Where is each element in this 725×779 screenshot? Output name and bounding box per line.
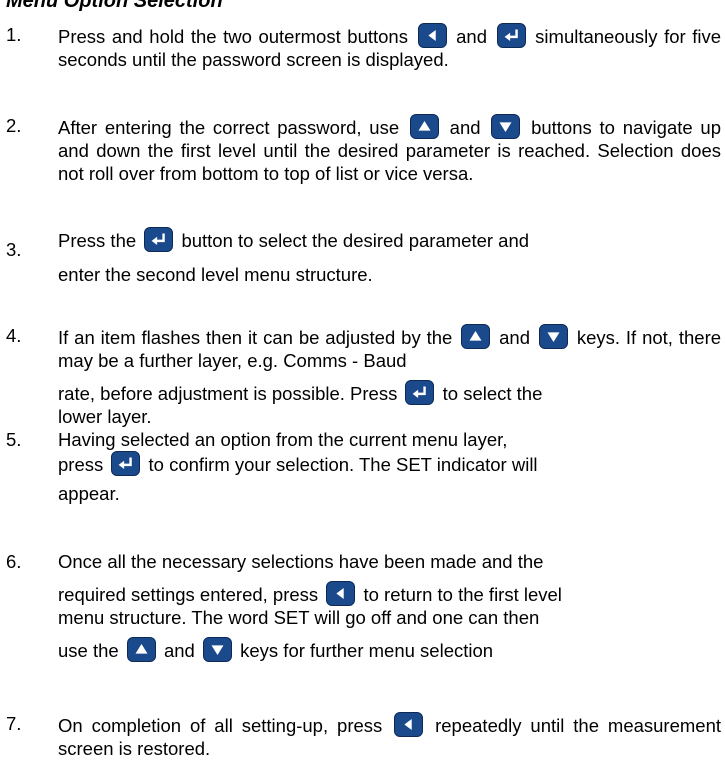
item-text: Press the button to select the desired p… [58, 227, 721, 286]
item-text: Having selected an option from the curre… [58, 429, 538, 504]
left-arrow-key-icon [417, 23, 447, 48]
item-number: 1. [6, 24, 22, 45]
enter-key-icon [405, 380, 435, 405]
item-number: 6. [6, 551, 22, 572]
list-item: 2. After entering the correct password, … [6, 114, 721, 185]
left-arrow-key-icon [326, 581, 356, 606]
down-arrow-key-icon [538, 324, 568, 349]
item-number: 4. [6, 325, 22, 346]
enter-key-icon [111, 451, 141, 476]
item-text: After entering the correct password, use… [58, 114, 721, 185]
item-text: Press and hold the two outermost buttons… [58, 23, 721, 71]
item-number: 5. [6, 429, 22, 450]
down-arrow-key-icon [491, 114, 521, 139]
section-heading: Menu Option Selection [6, 0, 223, 12]
item-number: 2. [6, 115, 22, 136]
item-number: 7. [6, 713, 22, 734]
list-item: 1. Press and hold the two outermost butt… [6, 23, 721, 71]
up-arrow-key-icon [409, 114, 439, 139]
item-text: If an item flashes then it can be adjust… [58, 324, 721, 428]
item-text: Once all the necessary selections have b… [58, 551, 562, 662]
left-arrow-key-icon [394, 712, 424, 737]
item-text: On completion of all setting-up, press r… [58, 712, 721, 760]
down-arrow-key-icon [202, 637, 232, 662]
list-item: 7. On completion of all setting-up, pres… [6, 712, 721, 760]
enter-key-icon [496, 23, 526, 48]
list-item: 4. If an item flashes then it can be adj… [6, 324, 721, 428]
item-number: 3. [6, 239, 22, 260]
enter-key-icon [144, 227, 174, 252]
list-item: 6. Once all the necessary selections hav… [6, 550, 721, 662]
up-arrow-key-icon [126, 637, 156, 662]
list-item: 5. Having selected an option from the cu… [6, 428, 721, 505]
list-item: 3. Press the button to select the desire… [6, 227, 721, 286]
up-arrow-key-icon [461, 324, 491, 349]
